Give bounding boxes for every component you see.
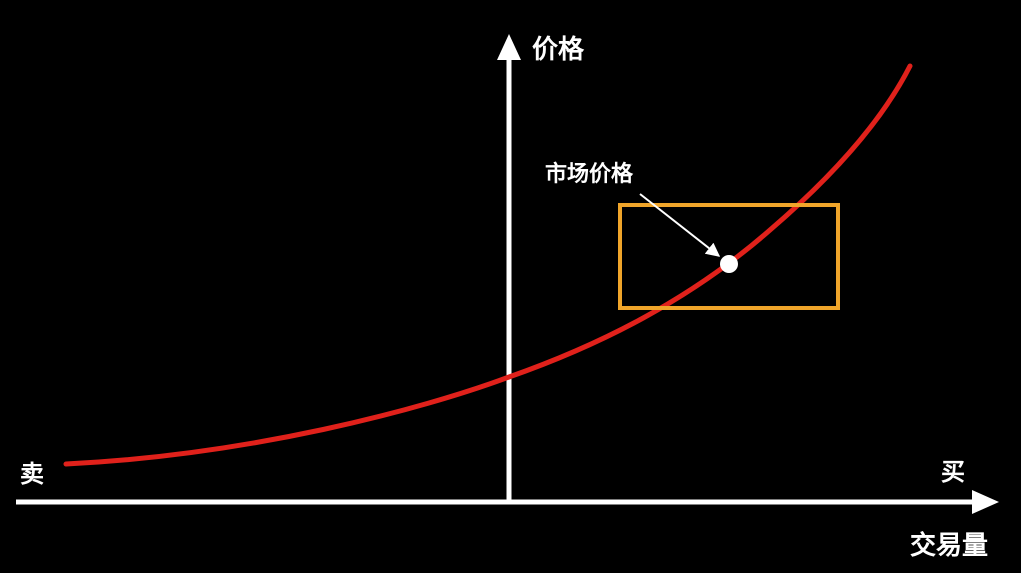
- x-axis-label: 交易量: [910, 531, 989, 561]
- buy-label: 买: [941, 458, 965, 486]
- price-volume-diagram: [16, 34, 999, 514]
- price-curve: [63, 63, 913, 467]
- market-price-label: 市场价格: [545, 162, 634, 187]
- arrow-up-icon: [497, 34, 521, 60]
- arrow-right-icon: [972, 490, 999, 514]
- sell-label: 卖: [20, 460, 44, 488]
- y-axis-label: 价格: [532, 35, 585, 65]
- market-price-point: [720, 255, 738, 273]
